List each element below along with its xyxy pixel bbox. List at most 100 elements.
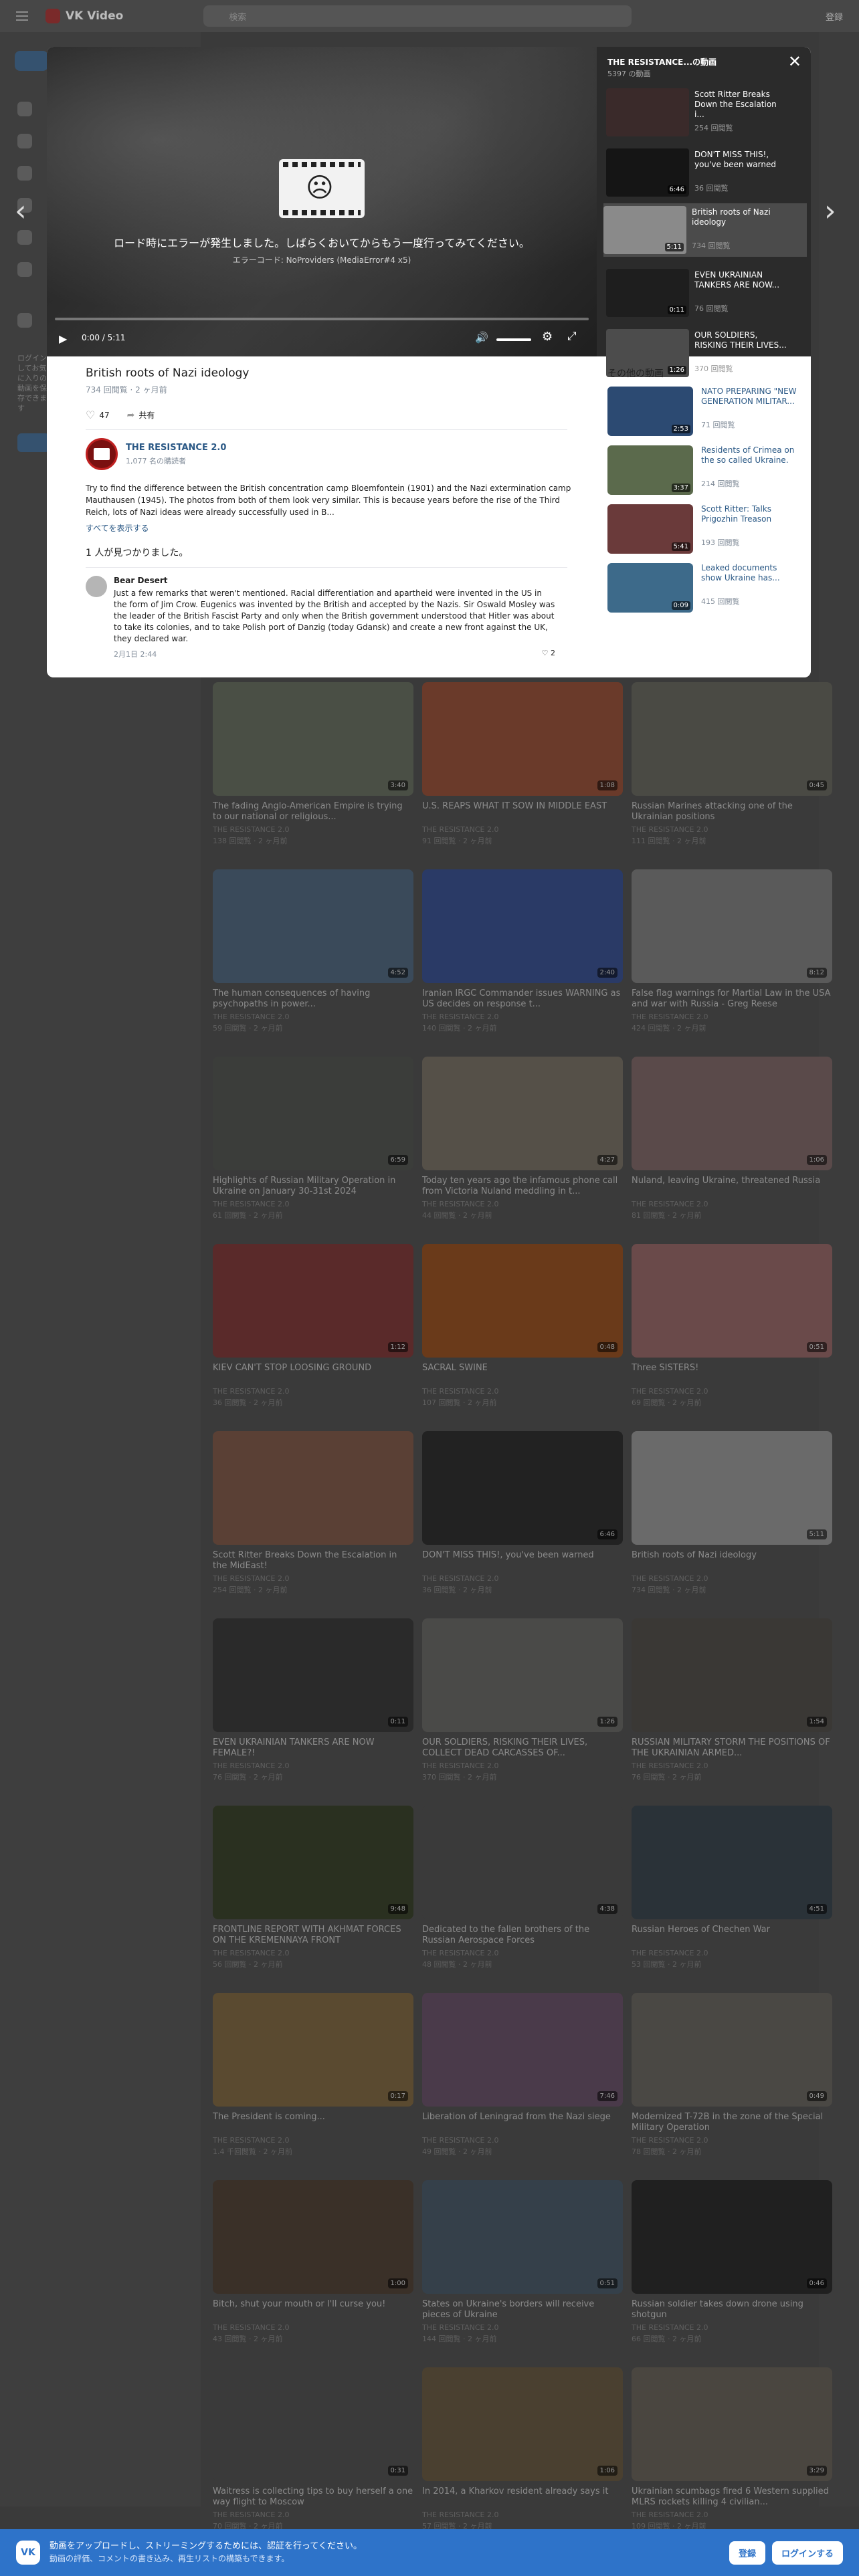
- video-card[interactable]: 0:49 Modernized T-72B in the zone of the …: [632, 1993, 832, 2168]
- video-card-channel[interactable]: THE RESISTANCE 2.0: [422, 2323, 623, 2332]
- other-video-item[interactable]: 0:09 Leaked documents show Ukraine has...…: [607, 563, 801, 614]
- sidebar-like-icon[interactable]: [17, 102, 32, 116]
- playlist-thumbnail[interactable]: 6:46: [606, 148, 689, 197]
- video-card-title[interactable]: The fading Anglo-American Empire is tryi…: [213, 801, 413, 823]
- video-thumbnail[interactable]: 4:52: [213, 869, 413, 983]
- signup-button[interactable]: 登録: [729, 2541, 765, 2565]
- video-card-title[interactable]: Today ten years ago the infamous phone c…: [422, 1176, 623, 1197]
- video-card-title[interactable]: RUSSIAN MILITARY STORM THE POSITIONS OF …: [632, 1737, 832, 1759]
- video-card[interactable]: 4:38 Dedicated to the fallen brothers of …: [422, 1806, 623, 1981]
- playlist-item[interactable]: 5:11 British roots of Nazi ideology 734 回閲…: [603, 203, 807, 257]
- video-thumbnail[interactable]: 7:46: [422, 1993, 623, 2107]
- video-card-title[interactable]: KIEV CAN'T STOP LOOSING GROUND: [213, 1363, 413, 1384]
- video-thumbnail[interactable]: 6:59: [213, 1057, 413, 1170]
- video-thumbnail[interactable]: 0:45: [632, 682, 832, 796]
- video-thumbnail[interactable]: 0:31: [213, 2367, 413, 2481]
- video-thumbnail[interactable]: 5:11: [632, 1431, 832, 1545]
- video-card[interactable]: 3:40 The fading Anglo-American Empire is …: [213, 682, 413, 857]
- sidebar-games-icon[interactable]: [17, 262, 32, 277]
- menu-icon[interactable]: [16, 11, 28, 21]
- other-video-title[interactable]: Scott Ritter: Talks Prigozhin Treason: [701, 504, 799, 534]
- video-thumbnail[interactable]: 1:08: [422, 682, 623, 796]
- video-card[interactable]: Scott Ritter Breaks Down the Escalation …: [213, 1431, 413, 1606]
- prev-arrow-icon[interactable]: ‹: [15, 194, 27, 228]
- video-card-channel[interactable]: THE RESISTANCE 2.0: [632, 1012, 832, 1021]
- video-card-channel[interactable]: THE RESISTANCE 2.0: [213, 825, 413, 834]
- video-card[interactable]: 0:48 SACRAL SWINE THE RESISTANCE 2.0 107 回閲…: [422, 1244, 623, 1419]
- like-icon[interactable]: ♡: [86, 409, 95, 421]
- video-card[interactable]: 4:52 The human consequences of having psy…: [213, 869, 413, 1045]
- video-card-channel[interactable]: THE RESISTANCE 2.0: [213, 1761, 413, 1770]
- video-card[interactable]: 4:27 Today ten years ago the infamous pho…: [422, 1057, 623, 1232]
- channel-avatar[interactable]: [86, 438, 118, 470]
- video-thumbnail[interactable]: 9:48: [213, 1806, 413, 1919]
- video-card[interactable]: 1:06 Nuland, leaving Ukraine, threatened …: [632, 1057, 832, 1232]
- video-card[interactable]: 5:11 British roots of Nazi ideology THE RE…: [632, 1431, 832, 1606]
- sidebar-login-button[interactable]: [17, 433, 50, 452]
- video-card[interactable]: 1:54 RUSSIAN MILITARY STORM THE POSITIONS…: [632, 1618, 832, 1794]
- video-card-channel[interactable]: THE RESISTANCE 2.0: [213, 2136, 413, 2145]
- video-card[interactable]: 6:46 DON'T MISS THIS!, you've been warned…: [422, 1431, 623, 1606]
- video-card-channel[interactable]: THE RESISTANCE 2.0: [213, 1200, 413, 1208]
- video-card-title[interactable]: Three SISTERS!: [632, 1363, 832, 1384]
- video-thumbnail[interactable]: 1:26: [422, 1618, 623, 1732]
- video-card[interactable]: 0:51 States on Ukraine's borders will rec…: [422, 2180, 623, 2355]
- video-card-title[interactable]: Waitress is collecting tips to buy herse…: [213, 2486, 413, 2508]
- playlist-thumbnail[interactable]: 0:11: [606, 269, 689, 317]
- video-card-title[interactable]: Russian Heroes of Chechen War: [632, 1925, 832, 1946]
- share-button[interactable]: 共有: [138, 409, 155, 421]
- video-card-channel[interactable]: THE RESISTANCE 2.0: [632, 825, 832, 834]
- other-video-thumbnail[interactable]: 2:53: [607, 387, 693, 436]
- other-video-title[interactable]: Residents of Crimea on the so called Ukr…: [701, 445, 799, 475]
- settings-icon[interactable]: ⚙: [542, 330, 553, 344]
- vk-video-logo-icon[interactable]: [45, 9, 60, 23]
- playlist-item[interactable]: 6:46 DON'T MISS THIS!, you've been warned…: [606, 146, 804, 199]
- playlist-item-title[interactable]: Scott Ritter Breaks Down the Escalation …: [694, 90, 788, 120]
- sidebar-info-icon[interactable]: [17, 313, 32, 328]
- video-card[interactable]: 1:06 In 2014, a Kharkov resident already …: [422, 2367, 623, 2543]
- other-video-item[interactable]: 2:53 NATO PREPARING "NEW GENERATION MILIT…: [607, 387, 801, 437]
- video-card[interactable]: 4:51 Russian Heroes of Chechen War THE RES…: [632, 1806, 832, 1981]
- video-card-title[interactable]: Liberation of Leningrad from the Nazi si…: [422, 2112, 623, 2133]
- video-card[interactable]: 0:31 Waitress is collecting tips to buy h…: [213, 2367, 413, 2543]
- video-thumbnail[interactable]: 0:17: [213, 1993, 413, 2107]
- video-card-channel[interactable]: THE RESISTANCE 2.0: [422, 2510, 623, 2519]
- video-card[interactable]: 0:46 Russian soldier takes down drone usi…: [632, 2180, 832, 2355]
- login-button[interactable]: ログインする: [771, 2541, 843, 2565]
- search-input[interactable]: 検索: [203, 5, 632, 27]
- video-card-channel[interactable]: THE RESISTANCE 2.0: [213, 2323, 413, 2332]
- video-card[interactable]: 3:29 Ukrainian scumbags fired 6 Western s…: [632, 2367, 832, 2543]
- video-card-channel[interactable]: THE RESISTANCE 2.0: [632, 1200, 832, 1208]
- video-thumbnail[interactable]: 1:06: [632, 1057, 832, 1170]
- video-thumbnail[interactable]: 1:00: [213, 2180, 413, 2294]
- video-card-title[interactable]: Russian Marines attacking one of the Ukr…: [632, 801, 832, 823]
- sidebar-discover-icon[interactable]: [17, 166, 32, 181]
- video-card-channel[interactable]: THE RESISTANCE 2.0: [632, 2323, 832, 2332]
- other-video-thumbnail[interactable]: 5:41: [607, 504, 693, 554]
- video-card-channel[interactable]: THE RESISTANCE 2.0: [422, 1949, 623, 1957]
- video-card-channel[interactable]: THE RESISTANCE 2.0: [422, 1012, 623, 1021]
- next-arrow-icon[interactable]: ›: [824, 194, 836, 228]
- video-card-channel[interactable]: THE RESISTANCE 2.0: [422, 1574, 623, 1583]
- video-card-title[interactable]: Ukrainian scumbags fired 6 Western suppl…: [632, 2486, 832, 2508]
- fullscreen-icon[interactable]: ⤢: [567, 330, 577, 343]
- video-card-channel[interactable]: THE RESISTANCE 2.0: [632, 1387, 832, 1396]
- video-card-title[interactable]: States on Ukraine's borders will receive…: [422, 2299, 623, 2321]
- video-card-channel[interactable]: THE RESISTANCE 2.0: [632, 2510, 832, 2519]
- video-card[interactable]: 0:45 Russian Marines attacking one of the…: [632, 682, 832, 857]
- video-thumbnail[interactable]: 1:54: [632, 1618, 832, 1732]
- like-count[interactable]: 47: [99, 411, 109, 420]
- video-player[interactable]: ☹ ロード時にエラーが発生しました。しばらくおいてからもう一度行ってみてください…: [47, 47, 597, 356]
- top-login-link[interactable]: 登録: [826, 10, 843, 23]
- video-thumbnail[interactable]: 1:06: [422, 2367, 623, 2481]
- video-card-title[interactable]: The President is coming...: [213, 2112, 413, 2133]
- video-card-title[interactable]: Dedicated to the fallen brothers of the …: [422, 1925, 623, 1946]
- video-card-title[interactable]: Highlights of Russian Military Operation…: [213, 1176, 413, 1197]
- playlist-item[interactable]: Scott Ritter Breaks Down the Escalation …: [606, 86, 804, 139]
- video-card-channel[interactable]: THE RESISTANCE 2.0: [422, 825, 623, 834]
- video-card-channel[interactable]: THE RESISTANCE 2.0: [422, 1761, 623, 1770]
- channel-name[interactable]: THE RESISTANCE 2.0: [126, 443, 226, 453]
- video-card[interactable]: 8:12 False flag warnings for Martial Law …: [632, 869, 832, 1045]
- brand-name[interactable]: VK Video: [66, 9, 123, 23]
- video-card[interactable]: 1:00 Bitch, shut your mouth or I'll curse…: [213, 2180, 413, 2355]
